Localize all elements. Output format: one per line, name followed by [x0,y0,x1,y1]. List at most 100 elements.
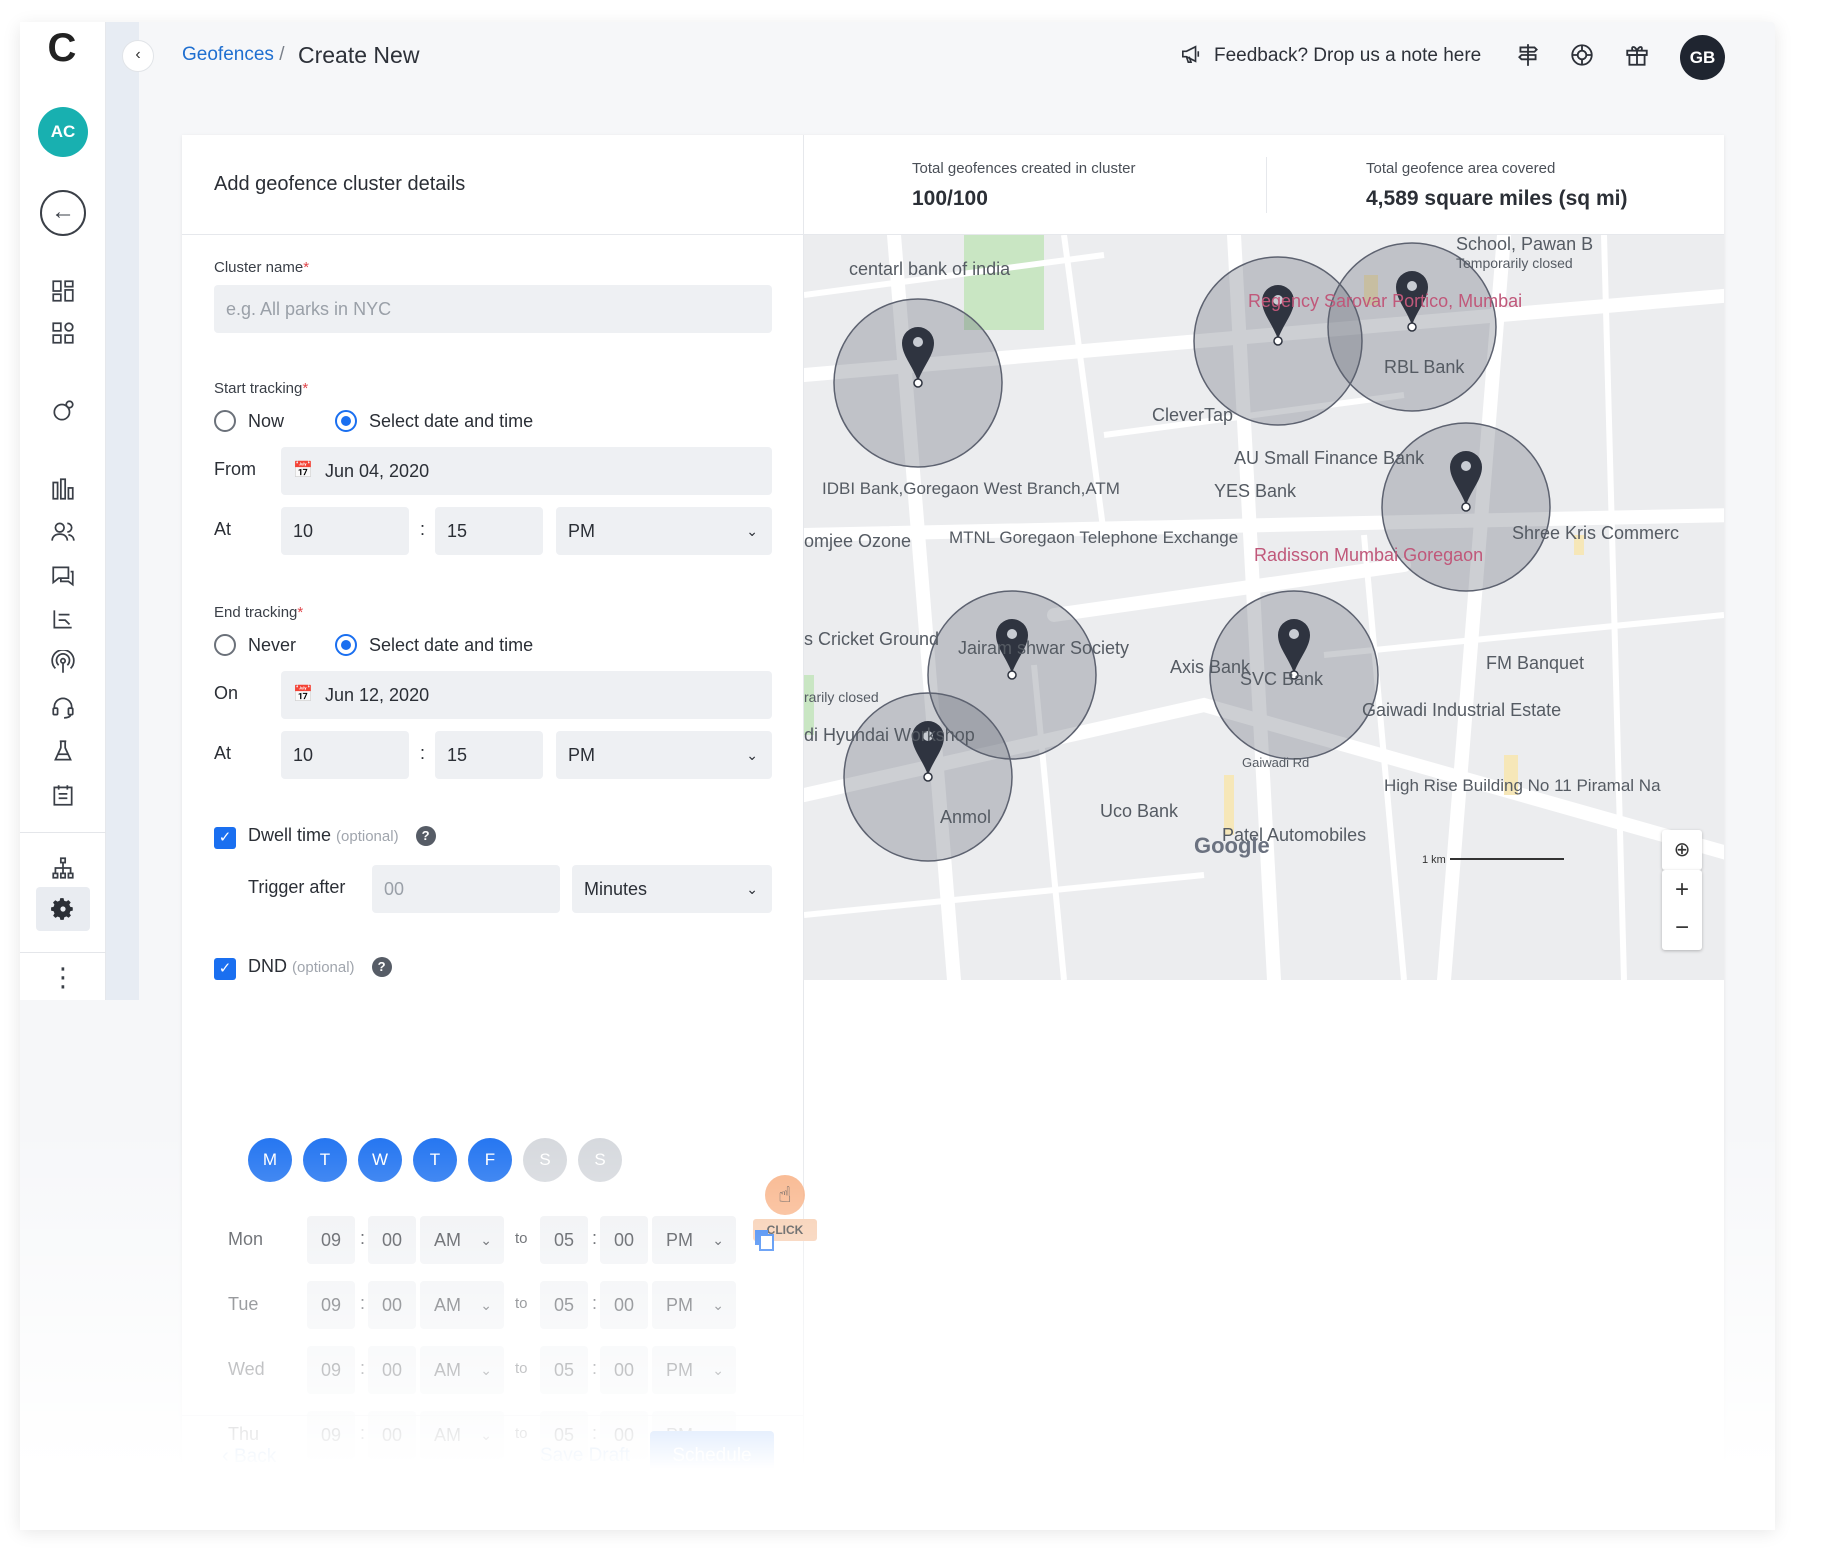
more-vertical-icon[interactable]: ⋮ [45,964,81,998]
help-icon[interactable]: ? [371,957,392,977]
start-ampm-value: PM [568,521,595,541]
map-label: YES Bank [1214,481,1297,501]
cluster-name-input[interactable]: e.g. All parks in NYC [214,285,772,333]
dnd-day-button[interactable]: T [303,1138,347,1182]
back-button[interactable]: ‹ Back [222,1445,276,1468]
cluster-stats: Total geofences created in cluster 100/1… [804,135,1724,235]
end-minute-input[interactable]: 15 [435,731,543,779]
messages-icon[interactable] [45,563,81,595]
schedule-button[interactable]: Schedule [650,1431,774,1481]
start-hour-input[interactable]: 10 [281,507,409,555]
dnd-day-button[interactable]: W [358,1138,402,1182]
boards-icon[interactable] [45,320,81,352]
account-avatar[interactable]: AC [38,107,88,157]
dwell-time-checkbox[interactable]: ✓ [214,827,236,849]
chevron-down-icon: ⌄ [480,1297,492,1313]
hierarchy-icon[interactable] [45,855,81,887]
feedback-link[interactable]: Feedback? Drop us a note here [1180,44,1481,70]
from-minute-input[interactable]: 00 [368,1281,416,1329]
back-arrow-icon[interactable]: ← [40,190,86,236]
breadcrumb-separator: / [279,44,285,65]
from-minute-input[interactable]: 00 [368,1216,416,1264]
from-hour-input[interactable]: 09 [307,1216,355,1264]
gift-icon[interactable] [1622,42,1652,72]
map-label: AU Small Finance Bank [1234,448,1425,468]
dwell-value-input[interactable]: 00 [372,865,560,913]
ampm-value: AM [434,1360,461,1380]
to-hour-input[interactable]: 05 [540,1346,588,1394]
form-panel: Add geofence cluster details Cluster nam… [182,135,817,1524]
start-tracking-label-text: Start tracking [214,380,303,397]
geofence-map[interactable]: centarl bank of india Regency Sarovar Po… [804,235,1724,980]
zoom-out-button[interactable]: − [1662,910,1702,950]
from-hour-input[interactable]: 09 [307,1281,355,1329]
to-hour-input[interactable]: 05 [540,1216,588,1264]
start-ampm-select[interactable]: PM ⌄ [556,507,772,555]
map-label: CleverTap [1152,405,1233,425]
end-date-input[interactable]: 📅 Jun 12, 2020 [281,671,772,719]
dwell-unit-select[interactable]: Minutes ⌄ [572,865,772,913]
help-icon[interactable]: ? [415,826,436,846]
end-never-radio[interactable]: Never [214,634,296,656]
stat-value: 100/100 [912,187,988,210]
from-hour-input[interactable]: 09 [307,1346,355,1394]
app-logo[interactable]: C [42,28,82,68]
map-label: MTNL Goregaon Telephone Exchange [949,528,1238,547]
dnd-day-button[interactable]: S [578,1138,622,1182]
optional-tag: (optional) [336,828,399,845]
from-ampm-select[interactable]: AM ⌄ [420,1216,504,1264]
dnd-checkbox[interactable]: ✓ [214,958,236,980]
google-attribution: Google [1194,833,1270,858]
help-lifebuoy-icon[interactable] [1567,42,1597,72]
signpost-icon[interactable] [1513,42,1543,72]
broadcast-icon[interactable] [45,649,81,682]
settings-gear-icon[interactable] [45,896,81,928]
dnd-day-button[interactable]: S [523,1138,567,1182]
start-date-input[interactable]: 📅 Jun 04, 2020 [281,447,772,495]
chevron-left-icon: ‹ [222,1445,229,1467]
from-ampm-select[interactable]: AM ⌄ [420,1346,504,1394]
ampm-value: PM [666,1230,693,1250]
end-select-date-radio[interactable]: Select date and time [335,634,533,656]
support-headset-icon[interactable] [45,694,81,726]
dnd-day-button[interactable]: T [413,1138,457,1182]
end-ampm-select[interactable]: PM ⌄ [556,731,772,779]
users-icon[interactable] [45,519,81,551]
to-label: to [515,1295,528,1312]
profile-avatar[interactable]: GB [1680,35,1725,80]
dashboard-icon[interactable] [45,278,81,310]
to-ampm-select[interactable]: PM ⌄ [652,1216,736,1264]
collapse-sidebar-button[interactable]: ‹ [122,40,154,72]
start-select-date-radio[interactable]: Select date and time [335,410,533,432]
experiments-flask-icon[interactable] [45,738,81,770]
segments-icon[interactable] [45,398,81,430]
end-date-value: Jun 12, 2020 [325,685,430,705]
to-minute-input[interactable]: 00 [600,1281,648,1329]
catalog-icon[interactable] [45,782,81,814]
from-minute-input[interactable]: 00 [368,1346,416,1394]
breadcrumb-geofences-link[interactable]: Geofences [182,44,274,65]
to-hour-input[interactable]: 05 [540,1281,588,1329]
to-minute-input[interactable]: 00 [600,1216,648,1264]
save-draft-button[interactable]: Save Draft [540,1445,630,1467]
locate-me-icon[interactable]: ⊕ [1662,830,1702,870]
dnd-day-button[interactable]: M [248,1138,292,1182]
end-select-date-label: Select date and time [369,635,534,655]
time-colon: : [360,1358,366,1378]
radio-on-icon [335,634,357,656]
from-ampm-select[interactable]: AM ⌄ [420,1281,504,1329]
to-ampm-select[interactable]: PM ⌄ [652,1346,736,1394]
copy-icon[interactable] [752,1228,776,1252]
to-ampm-select[interactable]: PM ⌄ [652,1281,736,1329]
start-now-radio[interactable]: Now [214,410,284,432]
to-minute-input[interactable]: 00 [600,1346,648,1394]
zoom-in-button[interactable]: + [1662,870,1702,910]
dnd-day-button[interactable]: F [468,1138,512,1182]
end-hour-input[interactable]: 10 [281,731,409,779]
analytics-icon[interactable] [45,476,81,508]
journeys-icon[interactable] [45,606,81,638]
start-minute-input[interactable]: 15 [435,507,543,555]
end-ampm-value: PM [568,745,595,765]
zoom-control: + − [1662,870,1702,950]
chevron-down-icon: ⌄ [712,1362,724,1378]
